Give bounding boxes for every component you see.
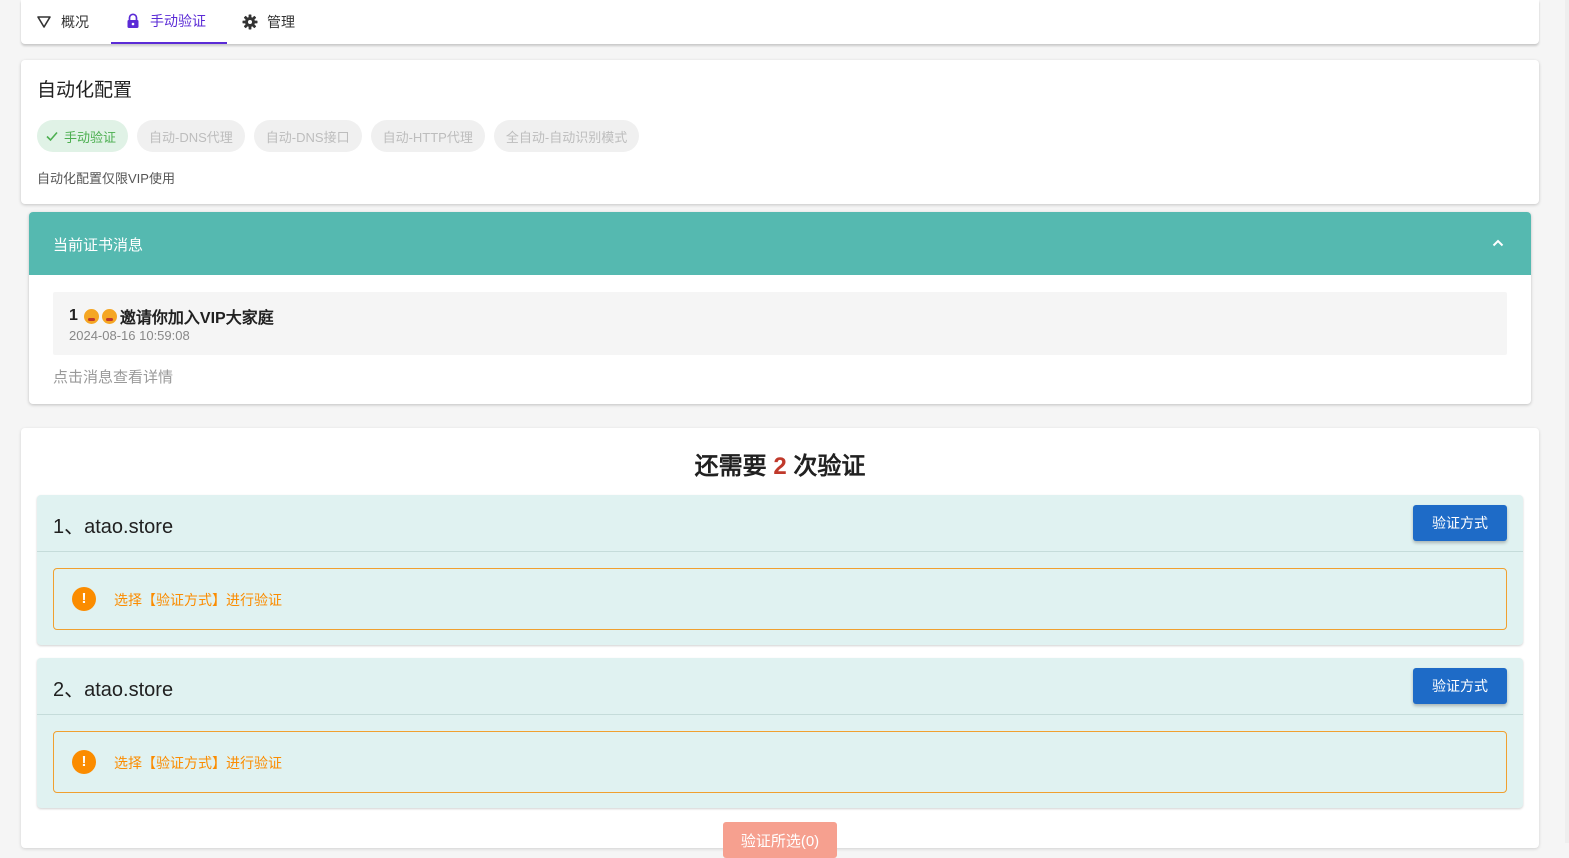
- check-icon: [45, 129, 59, 143]
- domain-card: 2、atao.store 验证方式 ! 选择【验证方式】进行验证: [37, 658, 1523, 808]
- auto-config-title: 自动化配置: [37, 80, 133, 101]
- domain-name: 1、atao.store: [53, 516, 174, 538]
- cert-messages-title: 当前证书消息: [53, 237, 144, 254]
- message-time: 2024-08-16 10:59:08: [69, 328, 190, 343]
- tab-manage[interactable]: 管理: [242, 0, 295, 44]
- message-title: 邀请你加入VIP大家庭: [119, 310, 274, 327]
- filter-icon: [36, 14, 52, 30]
- tab-manual-verify[interactable]: 手动验证: [111, 0, 227, 44]
- verify-method-button[interactable]: 验证方式: [1413, 505, 1507, 541]
- message-index: 1: [69, 307, 78, 324]
- gear-icon: [242, 14, 258, 30]
- chip-label: 全自动-自动识别模式: [505, 129, 628, 145]
- chip-label: 自动-DNS接口: [265, 129, 350, 145]
- kiss-emoji-icon: [101, 308, 117, 324]
- chip-manual-verify[interactable]: 手动验证: [37, 120, 129, 152]
- message-title-row: 1 邀请你加入VIP大家庭: [69, 304, 274, 328]
- message-hint: 点击消息查看详情: [53, 369, 174, 386]
- warning-alert: ! 选择【验证方式】进行验证: [53, 731, 1507, 793]
- domain-header: 1、atao.store 验证方式: [37, 495, 1523, 552]
- vip-note: 自动化配置仅限VIP使用: [37, 171, 175, 186]
- auto-config-options: 手动验证 自动-DNS代理 自动-DNS接口 自动-HTTP代理 全自动-自动识…: [37, 120, 648, 152]
- chip-auto-dns-proxy[interactable]: 自动-DNS代理: [137, 120, 245, 152]
- chip-label: 自动-DNS代理: [149, 129, 233, 145]
- alert-text: 选择【验证方式】进行验证: [114, 592, 282, 608]
- kiss-emoji-icon: [83, 308, 99, 324]
- domain-name: 2、atao.store: [53, 679, 174, 701]
- scrollbar-track[interactable]: [1565, 0, 1569, 843]
- chip-full-auto[interactable]: 全自动-自动识别模式: [493, 120, 640, 152]
- auto-config-card: 自动化配置 手动验证 自动-DNS代理 自动-DNS接口 自动-HTTP代理 全…: [21, 60, 1539, 204]
- cert-messages-panel: 当前证书消息 1 邀请你加入VIP大家庭 2024-08-16 10:59:08…: [29, 212, 1531, 404]
- chip-auto-http-proxy[interactable]: 自动-HTTP代理: [370, 120, 485, 152]
- domain-header: 2、atao.store 验证方式: [37, 658, 1523, 715]
- domain-card: 1、atao.store 验证方式 ! 选择【验证方式】进行验证: [37, 495, 1523, 645]
- remaining-count: 2: [773, 453, 787, 480]
- chip-label: 手动验证: [64, 129, 117, 145]
- cert-messages-header[interactable]: 当前证书消息: [29, 212, 1531, 275]
- alert-text: 选择【验证方式】进行验证: [114, 755, 282, 771]
- tab-label: 管理: [267, 14, 295, 30]
- top-tab-bar: 概况 手动验证 管理: [21, 0, 1539, 44]
- message-item[interactable]: 1 邀请你加入VIP大家庭 2024-08-16 10:59:08: [53, 292, 1507, 355]
- verify-card: 还需要 2 次验证 1、atao.store 验证方式 ! 选择【验证方式】进行…: [21, 428, 1539, 858]
- chip-label: 自动-HTTP代理: [382, 129, 473, 145]
- chevron-up-icon[interactable]: [1491, 236, 1505, 250]
- tab-overview[interactable]: 概况: [36, 0, 89, 44]
- verify-method-button[interactable]: 验证方式: [1413, 668, 1507, 704]
- chip-auto-dns-api[interactable]: 自动-DNS接口: [253, 120, 362, 152]
- tab-label: 概况: [61, 14, 89, 30]
- verify-selected-button[interactable]: 验证所选(0): [723, 822, 837, 858]
- verify-title-suffix: 次验证: [793, 453, 866, 480]
- exclamation-icon: !: [72, 750, 96, 774]
- warning-alert: ! 选择【验证方式】进行验证: [53, 568, 1507, 630]
- exclamation-icon: !: [72, 587, 96, 611]
- lock-icon: [125, 13, 141, 29]
- verify-title-prefix: 还需要: [694, 453, 767, 480]
- tab-label: 手动验证: [150, 13, 206, 29]
- verify-title: 还需要 2 次验证: [21, 446, 1539, 481]
